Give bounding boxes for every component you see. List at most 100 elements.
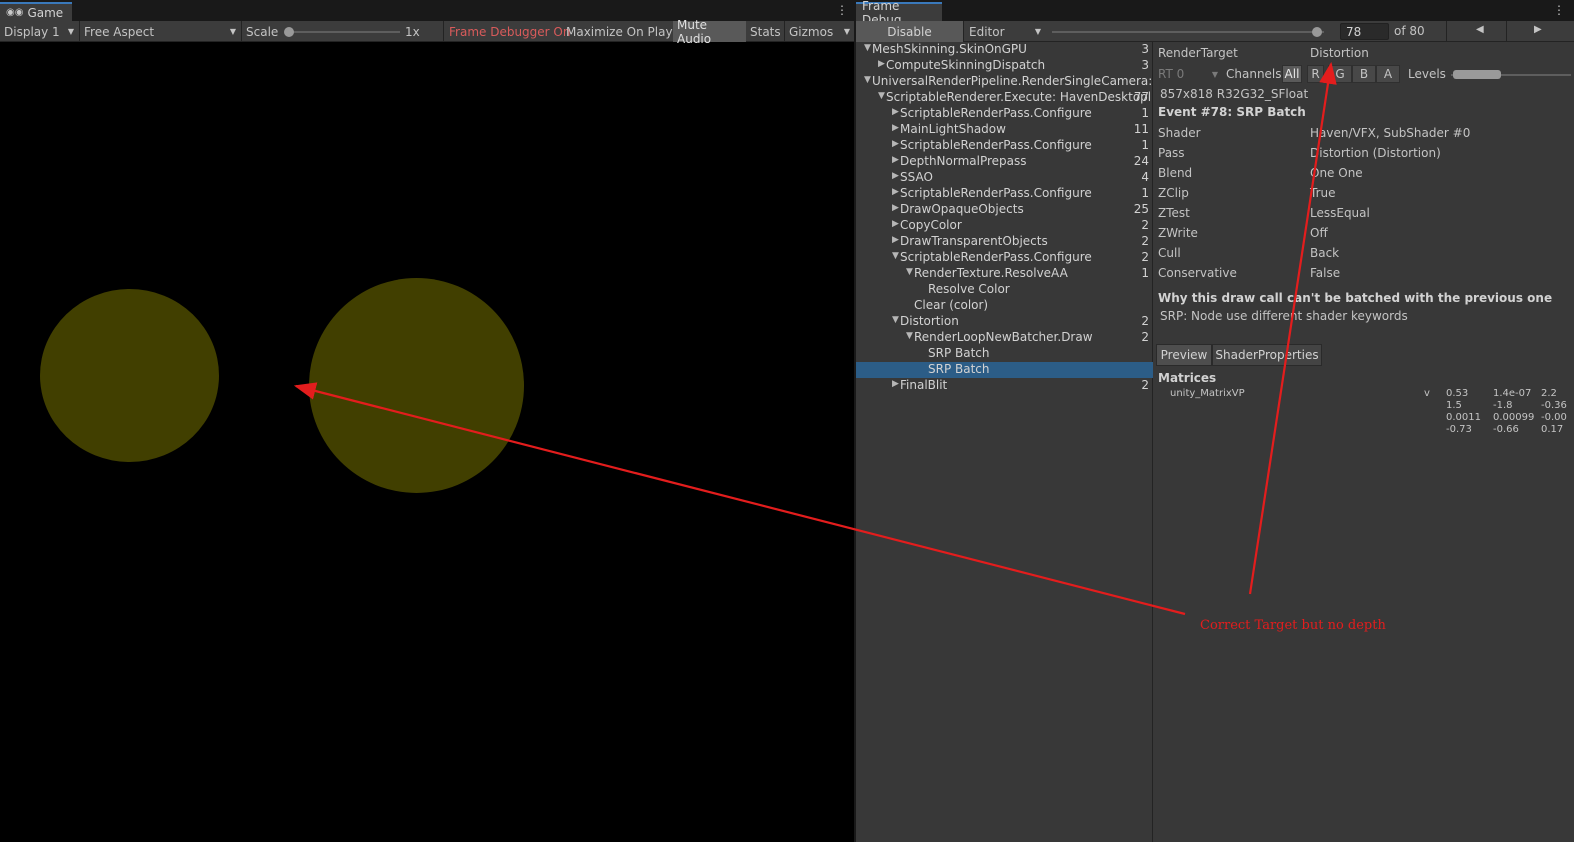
event-tree-row-count: 4 <box>1141 170 1149 184</box>
frame-debug-toolbar: Disable Editor ▼ <box>856 21 1574 42</box>
event-tree-row[interactable]: ▶ DrawTransparentObjects 2 <box>856 234 1153 250</box>
event-tree-row[interactable]: ▼ ScriptableRenderer.Execute: HavenDeskto… <box>856 90 1153 106</box>
event-tree-row[interactable]: ▼ MeshSkinning.SkinOnGPU 3 <box>856 42 1153 58</box>
event-tree-row[interactable]: SRP Batch <box>856 362 1153 378</box>
event-tree-row-label: ScriptableRenderPass.Configure <box>900 106 1092 120</box>
scale-slider-thumb[interactable] <box>284 27 294 37</box>
target-select[interactable]: Editor ▼ <box>965 21 1045 42</box>
gizmos-dropdown[interactable]: ▼ <box>836 21 854 42</box>
event-tree-row-label: Distortion <box>900 314 959 328</box>
event-tree-row-label: ScriptableRenderPass.Configure <box>900 186 1092 200</box>
frame-debug-tab-bar: Frame Debug ⋮ <box>856 0 1574 27</box>
event-tree-row-count: 2 <box>1141 234 1149 248</box>
event-tree-row[interactable]: ▶ CopyColor 2 <box>856 218 1153 234</box>
event-tree-row[interactable]: Clear (color) <box>856 298 1153 314</box>
matrix-cell: -0.00 <box>1541 412 1567 423</box>
event-tree-row[interactable]: ▶ DrawOpaqueObjects 25 <box>856 202 1153 218</box>
levels-slider-range[interactable] <box>1453 70 1501 79</box>
event-tree-row[interactable]: ▶ ScriptableRenderPass.Configure 1 <box>856 106 1153 122</box>
event-tree-row[interactable]: SRP Batch <box>856 346 1153 362</box>
divider <box>443 21 444 42</box>
channel-b-button[interactable]: B <box>1352 65 1376 83</box>
disable-button[interactable]: Disable <box>856 21 964 42</box>
event-tree-row[interactable]: ▶ ComputeSkinningDispatch 3 <box>856 58 1153 74</box>
event-tree-row-count: 2 <box>1141 314 1149 328</box>
game-viewport[interactable] <box>0 43 854 842</box>
event-total-label: of 80 <box>1394 24 1425 38</box>
matrix-name: unity_MatrixVP <box>1170 388 1245 399</box>
matrix-cell: -0.36 <box>1541 400 1567 411</box>
event-tree-row[interactable]: Resolve Color <box>856 282 1153 298</box>
event-slider-thumb[interactable] <box>1312 27 1323 37</box>
property-value: Off <box>1310 226 1328 240</box>
event-tree-row[interactable]: ▶ SSAO 4 <box>856 170 1153 186</box>
batch-break-reason: SRP: Node use different shader keywords <box>1160 309 1408 323</box>
rendered-sphere-left <box>40 289 219 462</box>
chevron-down-icon: ▼ <box>843 27 850 36</box>
channel-bar: RT 0 ▼ Channels All R G B A Levels <box>1154 63 1574 83</box>
event-tree-row-label: Clear (color) <box>914 298 989 312</box>
frame-debug-menu-kebab-icon[interactable]: ⋮ <box>1553 3 1565 17</box>
gamepad-icon: ◉◉ <box>6 7 24 18</box>
frame-debug-window: Frame Debug ⋮ Disable Editor ▼ 78 of 80 … <box>856 0 1574 842</box>
event-tree-row-label: MeshSkinning.SkinOnGPU <box>872 42 1027 56</box>
event-tree: ▼ MeshSkinning.SkinOnGPU 3 ▶ ComputeSkinning… <box>856 42 1171 842</box>
maximize-on-play-toggle[interactable]: Maximize On Play <box>562 21 677 42</box>
display-select[interactable]: Display 1 ▼ <box>0 21 78 42</box>
event-tree-row[interactable]: ▶ MainLightShadow 11 <box>856 122 1153 138</box>
channel-all-button[interactable]: All <box>1282 65 1302 83</box>
property-value: False <box>1310 266 1341 280</box>
event-tree-row[interactable]: ▶ FinalBlit 2 <box>856 378 1153 394</box>
event-tree-row-count: 2 <box>1141 218 1149 232</box>
event-tree-row-count: 2 <box>1141 378 1149 392</box>
frame-debug-tab[interactable]: Frame Debug <box>856 0 942 27</box>
previous-event-icon[interactable]: ◀ <box>1476 24 1484 35</box>
event-tree-row-label: DepthNormalPrepass <box>900 154 1027 168</box>
matrix-cell: 0.53 <box>1446 388 1469 399</box>
scale-label: Scale <box>246 24 279 39</box>
event-tree-row-count: 1 <box>1141 186 1149 200</box>
tab-preview[interactable]: Preview <box>1156 344 1212 366</box>
aspect-select[interactable]: Free Aspect ▼ <box>80 21 240 42</box>
event-tree-row[interactable]: ▶ ScriptableRenderPass.Configure 1 <box>856 138 1153 154</box>
levels-label: Levels <box>1408 67 1446 81</box>
channel-r-button[interactable]: R <box>1307 65 1324 83</box>
event-tree-row[interactable]: ▶ ScriptableRenderPass.Configure 1 <box>856 186 1153 202</box>
event-index-field[interactable]: 78 <box>1340 23 1389 40</box>
event-tree-row[interactable]: ▼ RenderTexture.ResolveAA 1 <box>856 266 1153 282</box>
event-tree-row-count: 25 <box>1133 202 1149 216</box>
channel-g-button[interactable]: G <box>1328 65 1352 83</box>
matrices-title: Matrices <box>1158 371 1217 385</box>
rt-select[interactable]: RT 0 ▼ <box>1154 65 1222 83</box>
event-tree-row[interactable]: ▼ Distortion 2 <box>856 314 1153 330</box>
scale-slider-track[interactable] <box>287 31 400 33</box>
property-value: LessEqual <box>1310 206 1370 220</box>
property-value: Haven/VFX, SubShader #0 <box>1310 126 1471 140</box>
render-target-label: RenderTarget <box>1158 46 1238 60</box>
event-tree-row[interactable]: ▼ RenderLoopNewBatcher.Draw 2 <box>856 330 1153 346</box>
game-menu-kebab-icon[interactable]: ⋮ <box>836 3 848 17</box>
matrix-cell: 0.00099 <box>1493 412 1535 423</box>
event-tree-row[interactable]: ▼ ScriptableRenderPass.Configure 2 <box>856 250 1153 266</box>
property-key: Cull <box>1158 246 1181 260</box>
tab-shader-properties[interactable]: ShaderProperties <box>1212 344 1322 366</box>
property-key: ZTest <box>1158 206 1190 220</box>
event-tree-row[interactable]: ▶ DepthNormalPrepass 24 <box>856 154 1153 170</box>
channel-a-button[interactable]: A <box>1376 65 1400 83</box>
stats-toggle[interactable]: Stats <box>746 21 785 42</box>
event-slider-track[interactable] <box>1052 31 1324 33</box>
gizmos-toggle[interactable]: Gizmos <box>785 21 837 42</box>
mute-audio-toggle[interactable]: Mute Audio <box>673 18 746 46</box>
event-tree-row-label: ScriptableRenderPass.Configure <box>900 250 1092 264</box>
scale-value: 1x <box>405 24 420 39</box>
next-event-icon[interactable]: ▶ <box>1534 24 1542 35</box>
event-tree-row[interactable]: ▼ UniversalRenderPipeline.RenderSingleCam… <box>856 74 1171 90</box>
event-tree-row-label: UniversalRenderPipeline.RenderSingleCame… <box>872 74 1172 88</box>
game-tab[interactable]: ◉◉ Game <box>0 2 72 21</box>
chevron-down-icon: ▼ <box>1034 27 1041 36</box>
event-tree-row-count: 77 <box>1133 90 1149 104</box>
channels-label: Channels <box>1226 67 1282 81</box>
event-tree-row-label: MainLightShadow <box>900 122 1006 136</box>
property-key: ZWrite <box>1158 226 1198 240</box>
game-tab-label: Game <box>27 5 64 20</box>
